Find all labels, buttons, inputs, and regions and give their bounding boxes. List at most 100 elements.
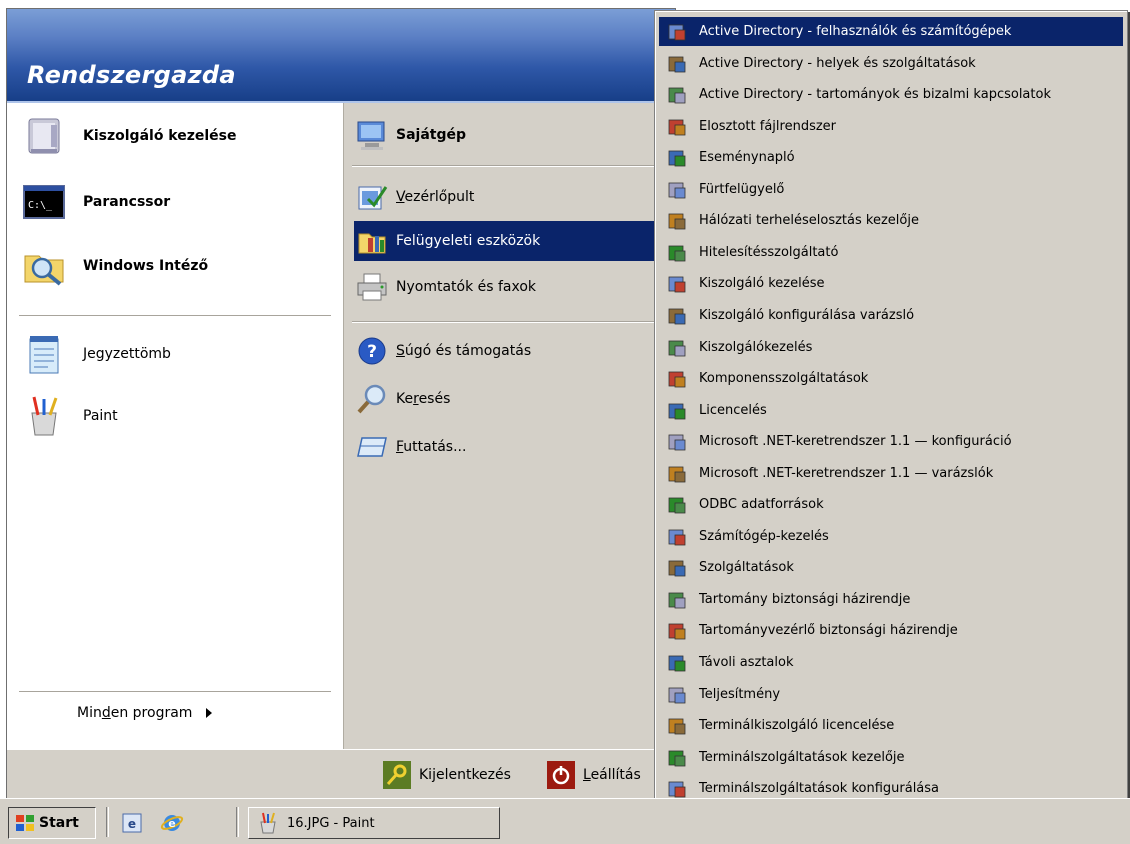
- submenu-item[interactable]: Számítógép-kezelés: [659, 522, 1123, 551]
- submenu-item-label: Kiszolgáló konfigurálása varázsló: [699, 308, 915, 323]
- pinned-item-label: Parancssor: [83, 194, 171, 210]
- pinned-item-windows-explorer[interactable]: Windows Intéző: [21, 243, 208, 289]
- admin-tools-submenu: Active Directory - felhasználók és számí…: [654, 10, 1128, 844]
- remote-desktops-icon: [665, 651, 689, 675]
- submenu-item-label: Kiszolgálókezelés: [699, 340, 813, 355]
- help-support-item[interactable]: ? Súgó és támogatás: [354, 331, 672, 371]
- search-item[interactable]: Keresés: [354, 379, 672, 419]
- log-off-button[interactable]: Kijelentkezés: [383, 761, 511, 789]
- ts-configuration-icon: [665, 777, 689, 801]
- shut-down-label: Leállítás: [583, 767, 641, 783]
- submenu-item[interactable]: Szolgáltatások: [659, 553, 1123, 582]
- start-label: Start: [39, 815, 79, 831]
- submenu-item[interactable]: Kiszolgálókezelés: [659, 333, 1123, 362]
- submenu-item-label: Microsoft .NET-keretrendszer 1.1 — varáz…: [699, 466, 994, 481]
- submenu-item[interactable]: ODBC adatforrások: [659, 490, 1123, 519]
- all-programs-divider: [19, 691, 331, 693]
- control-panel-icon: [354, 179, 390, 215]
- submenu-item[interactable]: Kiszolgáló konfigurálása varázsló: [659, 301, 1123, 330]
- submenu-item[interactable]: Active Directory - felhasználók és számí…: [659, 17, 1123, 46]
- submenu-item-label: Teljesítmény: [699, 687, 781, 702]
- submenu-item[interactable]: Hálózati terheléselosztás kezelője: [659, 206, 1123, 235]
- control-panel-label: Vezérlőpult: [396, 189, 475, 205]
- toolbar-grip: [236, 807, 239, 837]
- submenu-item-label: Hitelesítésszolgáltató: [699, 245, 839, 260]
- server-console-icon: [665, 336, 689, 360]
- submenu-item[interactable]: Tartományvezérlő biztonsági házirendje: [659, 616, 1123, 645]
- submenu-item-label: Tartományvezérlő biztonsági házirendje: [699, 623, 958, 638]
- admin-tools-icon: [354, 223, 390, 259]
- submenu-item-label: Active Directory - helyek és szolgáltatá…: [699, 56, 976, 71]
- ad-sites-services-icon: [665, 52, 689, 76]
- svg-text:C:\_: C:\_: [28, 200, 53, 211]
- quicklaunch-server-manager-icon[interactable]: e: [118, 809, 146, 837]
- submenu-item[interactable]: Távoli asztalok: [659, 648, 1123, 677]
- dotnet-wizards-icon: [665, 462, 689, 486]
- submenu-item[interactable]: Elosztott fájlrendszer: [659, 112, 1123, 141]
- submenu-item-label: ODBC adatforrások: [699, 497, 824, 512]
- admin-tools-item[interactable]: Felügyeleti eszközök: [354, 221, 672, 261]
- run-item[interactable]: Futtatás...: [354, 427, 672, 467]
- notepad-icon: [21, 331, 67, 377]
- odbc-icon: [665, 493, 689, 517]
- certification-authority-icon: [665, 241, 689, 265]
- submenu-item[interactable]: Active Directory - helyek és szolgáltatá…: [659, 49, 1123, 78]
- pinned-programs-column: Kiszolgáló kezelése C:\_ Parancssor Wind…: [7, 103, 343, 749]
- help-support-label: Súgó és támogatás: [396, 343, 532, 359]
- submenu-item[interactable]: Active Directory - tartományok és bizalm…: [659, 80, 1123, 109]
- taskbar: Start e e 16.JPG - Paint: [0, 798, 1130, 844]
- submenu-item[interactable]: Eseménynapló: [659, 143, 1123, 172]
- submenu-item[interactable]: Microsoft .NET-keretrendszer 1.1 — konfi…: [659, 427, 1123, 456]
- recent-item-notepad[interactable]: Jegyzettömb: [21, 331, 171, 377]
- submenu-item-label: Komponensszolgáltatások: [699, 371, 869, 386]
- submenu-item[interactable]: Tartomány biztonsági házirendje: [659, 585, 1123, 614]
- dfs-icon: [665, 115, 689, 139]
- start-button[interactable]: Start: [8, 807, 96, 839]
- submenu-item[interactable]: Hitelesítésszolgáltató: [659, 238, 1123, 267]
- submenu-item[interactable]: Fürtfelügyelő: [659, 175, 1123, 204]
- run-label: Futtatás...: [396, 439, 467, 455]
- control-panel-item[interactable]: Vezérlőpult: [354, 177, 672, 217]
- submenu-item-label: Licencelés: [699, 403, 767, 418]
- my-computer-label: Sajátgép: [396, 127, 467, 143]
- power-icon: [547, 761, 575, 789]
- search-label: Keresés: [396, 391, 451, 407]
- submenu-item[interactable]: Licencelés: [659, 396, 1123, 425]
- places-divider-2: [352, 321, 666, 323]
- paint-icon: [257, 812, 279, 834]
- server-management-icon: [21, 113, 67, 159]
- shut-down-button[interactable]: Leállítás: [547, 761, 641, 789]
- licensing-icon: [665, 399, 689, 423]
- cluster-admin-icon: [665, 178, 689, 202]
- submenu-item-label: Terminálkiszolgáló licencelése: [699, 718, 895, 733]
- pinned-item-server-management[interactable]: Kiszolgáló kezelése: [21, 113, 237, 159]
- taskbar-button-paint[interactable]: 16.JPG - Paint: [248, 807, 500, 839]
- submenu-item[interactable]: Terminálkiszolgáló licencelése: [659, 711, 1123, 740]
- search-icon: [354, 381, 390, 417]
- recent-item-paint[interactable]: Paint: [21, 393, 118, 439]
- log-off-label: Kijelentkezés: [419, 767, 511, 783]
- printer-icon: [354, 269, 390, 305]
- internet-explorer-icon[interactable]: e: [158, 809, 186, 837]
- submenu-item[interactable]: Terminálszolgáltatások kezelője: [659, 743, 1123, 772]
- my-computer-item[interactable]: Sajátgép: [354, 115, 672, 155]
- pinned-item-label: Windows Intéző: [83, 258, 209, 274]
- computer-management-icon: [665, 525, 689, 549]
- pinned-item-command-prompt[interactable]: C:\_ Parancssor: [21, 179, 170, 225]
- submenu-item[interactable]: Kiszolgáló kezelése: [659, 269, 1123, 298]
- submenu-item-label: Hálózati terheléselosztás kezelője: [699, 213, 919, 228]
- all-programs-button[interactable]: Minden program: [77, 705, 213, 721]
- my-computer-icon: [354, 117, 390, 153]
- places-divider-1: [352, 165, 666, 167]
- explorer-icon: [21, 243, 67, 289]
- submenu-item-label: Active Directory - tartományok és bizalm…: [699, 87, 1051, 102]
- help-icon: ?: [354, 333, 390, 369]
- submenu-item[interactable]: Teljesítmény: [659, 680, 1123, 709]
- submenu-item[interactable]: Komponensszolgáltatások: [659, 364, 1123, 393]
- command-prompt-icon: C:\_: [21, 179, 67, 225]
- printers-faxes-item[interactable]: Nyomtatók és faxok: [354, 267, 672, 307]
- services-icon: [665, 556, 689, 580]
- submenu-item[interactable]: Microsoft .NET-keretrendszer 1.1 — varáz…: [659, 459, 1123, 488]
- submenu-item-label: Fürtfelügyelő: [699, 182, 785, 197]
- pinned-divider: [19, 315, 331, 317]
